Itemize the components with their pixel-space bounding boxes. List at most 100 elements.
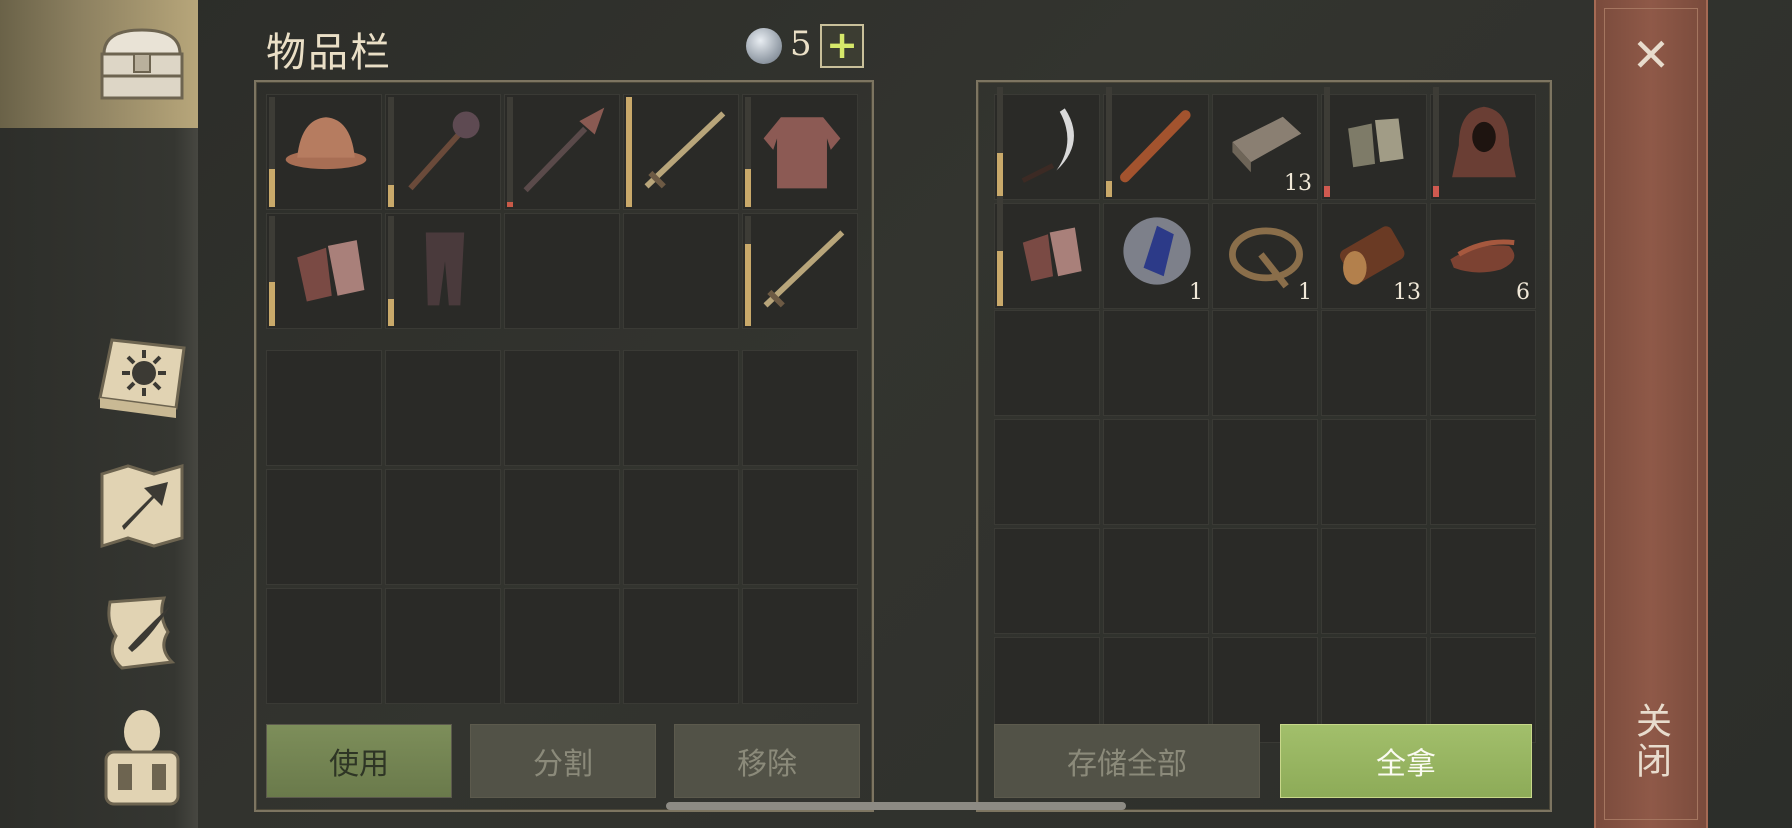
container-slot[interactable] xyxy=(994,87,1100,200)
container-slot[interactable] xyxy=(1103,419,1209,525)
inventory-slot[interactable] xyxy=(504,94,620,210)
inventory-slot[interactable] xyxy=(385,350,501,466)
sun-book-icon[interactable] xyxy=(92,328,192,428)
split-button[interactable]: 分割 xyxy=(470,724,656,798)
inventory-slot[interactable] xyxy=(742,213,858,329)
chest-icon[interactable] xyxy=(92,14,192,114)
close-label[interactable]: 关闭 xyxy=(1626,702,1676,782)
container-slot[interactable]: 13 xyxy=(1321,203,1427,309)
close-icon[interactable]: ✕ xyxy=(1626,30,1676,80)
chainmail-leggings-icon xyxy=(425,232,465,306)
container-slot[interactable] xyxy=(1321,87,1427,200)
container-slot[interactable] xyxy=(1321,419,1427,525)
sword-icon xyxy=(763,230,845,308)
container-slot[interactable]: 1 xyxy=(1212,203,1318,309)
container-slot[interactable] xyxy=(1430,419,1536,525)
container-slot[interactable] xyxy=(1321,310,1427,416)
durability-fill xyxy=(388,185,394,207)
inventory-slot[interactable] xyxy=(623,469,739,585)
inventory-slot[interactable] xyxy=(266,94,382,210)
container-slot[interactable]: 1 xyxy=(1103,203,1209,309)
sword-icon xyxy=(644,111,726,189)
durability-fill xyxy=(507,201,513,207)
container-slot[interactable] xyxy=(1430,310,1536,416)
container-slot[interactable]: 13 xyxy=(1212,94,1318,200)
item-quantity: 6 xyxy=(1516,280,1530,305)
durability-bar xyxy=(745,216,751,326)
inventory-slot[interactable] xyxy=(385,213,501,329)
scroll-quill-icon[interactable] xyxy=(92,582,192,682)
inventory-slot[interactable] xyxy=(266,350,382,466)
inventory-slot[interactable] xyxy=(504,588,620,704)
bear-trap-icon xyxy=(1229,227,1303,289)
add-currency-button[interactable]: + xyxy=(820,24,864,68)
container-slot[interactable] xyxy=(1103,310,1209,416)
inventory-slot[interactable] xyxy=(742,94,858,210)
container-slot[interactable] xyxy=(994,528,1100,634)
store-all-button[interactable]: 存储全部 xyxy=(994,724,1260,798)
inventory-slot[interactable] xyxy=(742,588,858,704)
inventory-slot[interactable] xyxy=(504,469,620,585)
container-slot[interactable] xyxy=(1212,419,1318,525)
inventory-slot[interactable] xyxy=(742,469,858,585)
durability-bar xyxy=(269,216,275,326)
club-icon xyxy=(1120,110,1191,183)
container-slot[interactable] xyxy=(994,310,1100,416)
durability-bar xyxy=(1324,87,1330,197)
durability-fill xyxy=(1433,186,1439,197)
inventory-slot[interactable] xyxy=(266,469,382,585)
hood-icon xyxy=(1452,106,1516,178)
inventory-slot[interactable] xyxy=(504,213,620,329)
inventory-slot[interactable] xyxy=(623,350,739,466)
close-panel-frame xyxy=(1604,8,1698,820)
durability-fill xyxy=(745,168,751,207)
durability-fill xyxy=(997,251,1003,306)
inventory-slot[interactable] xyxy=(504,350,620,466)
durability-bar xyxy=(269,97,275,207)
scroll-indicator[interactable] xyxy=(666,802,1126,810)
item-quantity: 1 xyxy=(1189,280,1203,305)
durability-bar xyxy=(1106,87,1112,197)
item-quantity: 13 xyxy=(1284,171,1312,196)
inventory-slot[interactable] xyxy=(266,213,382,329)
use-button[interactable]: 使用 xyxy=(266,724,452,798)
container-slot[interactable] xyxy=(1103,528,1209,634)
inventory-storage-grid xyxy=(266,350,858,704)
backpack-character-icon[interactable] xyxy=(92,706,192,806)
container-empty-grid xyxy=(994,310,1536,743)
container-slot[interactable] xyxy=(1430,528,1536,634)
container-slot[interactable] xyxy=(1103,87,1209,200)
leather-strips-icon xyxy=(1450,239,1515,273)
durability-bar xyxy=(388,97,394,207)
inventory-slot[interactable] xyxy=(623,213,739,329)
container-slot[interactable]: 6 xyxy=(1430,203,1536,309)
inventory-slot[interactable] xyxy=(385,469,501,585)
helmet-icon xyxy=(285,117,367,170)
container-slot[interactable] xyxy=(1321,528,1427,634)
chainmail-shirt-icon xyxy=(763,117,841,189)
inventory-slot[interactable] xyxy=(385,94,501,210)
remove-button[interactable]: 移除 xyxy=(674,724,860,798)
currency-count: 5 xyxy=(790,24,812,64)
container-slot[interactable] xyxy=(994,196,1100,309)
take-all-button[interactable]: 全拿 xyxy=(1280,724,1532,798)
map-arrow-icon[interactable] xyxy=(92,456,192,556)
inventory-slot[interactable] xyxy=(266,588,382,704)
container-slot[interactable] xyxy=(1212,528,1318,634)
close-panel[interactable]: ✕ 关闭 xyxy=(1594,0,1708,828)
chainmail-gloves-icon xyxy=(1022,227,1082,282)
container-slot[interactable] xyxy=(1430,87,1536,200)
inventory-slot[interactable] xyxy=(623,94,739,210)
inventory-slot[interactable] xyxy=(742,350,858,466)
container-slot[interactable] xyxy=(1212,310,1318,416)
inventory-slot[interactable] xyxy=(623,588,739,704)
durability-fill xyxy=(1324,186,1330,197)
durability-fill xyxy=(745,243,751,326)
crystal-icon xyxy=(1123,217,1191,285)
durability-fill xyxy=(626,97,632,207)
cloth-gloves-icon xyxy=(1348,118,1404,168)
durability-bar xyxy=(745,97,751,207)
inventory-slot[interactable] xyxy=(385,588,501,704)
container-slot[interactable] xyxy=(994,419,1100,525)
flail-icon xyxy=(408,111,480,191)
